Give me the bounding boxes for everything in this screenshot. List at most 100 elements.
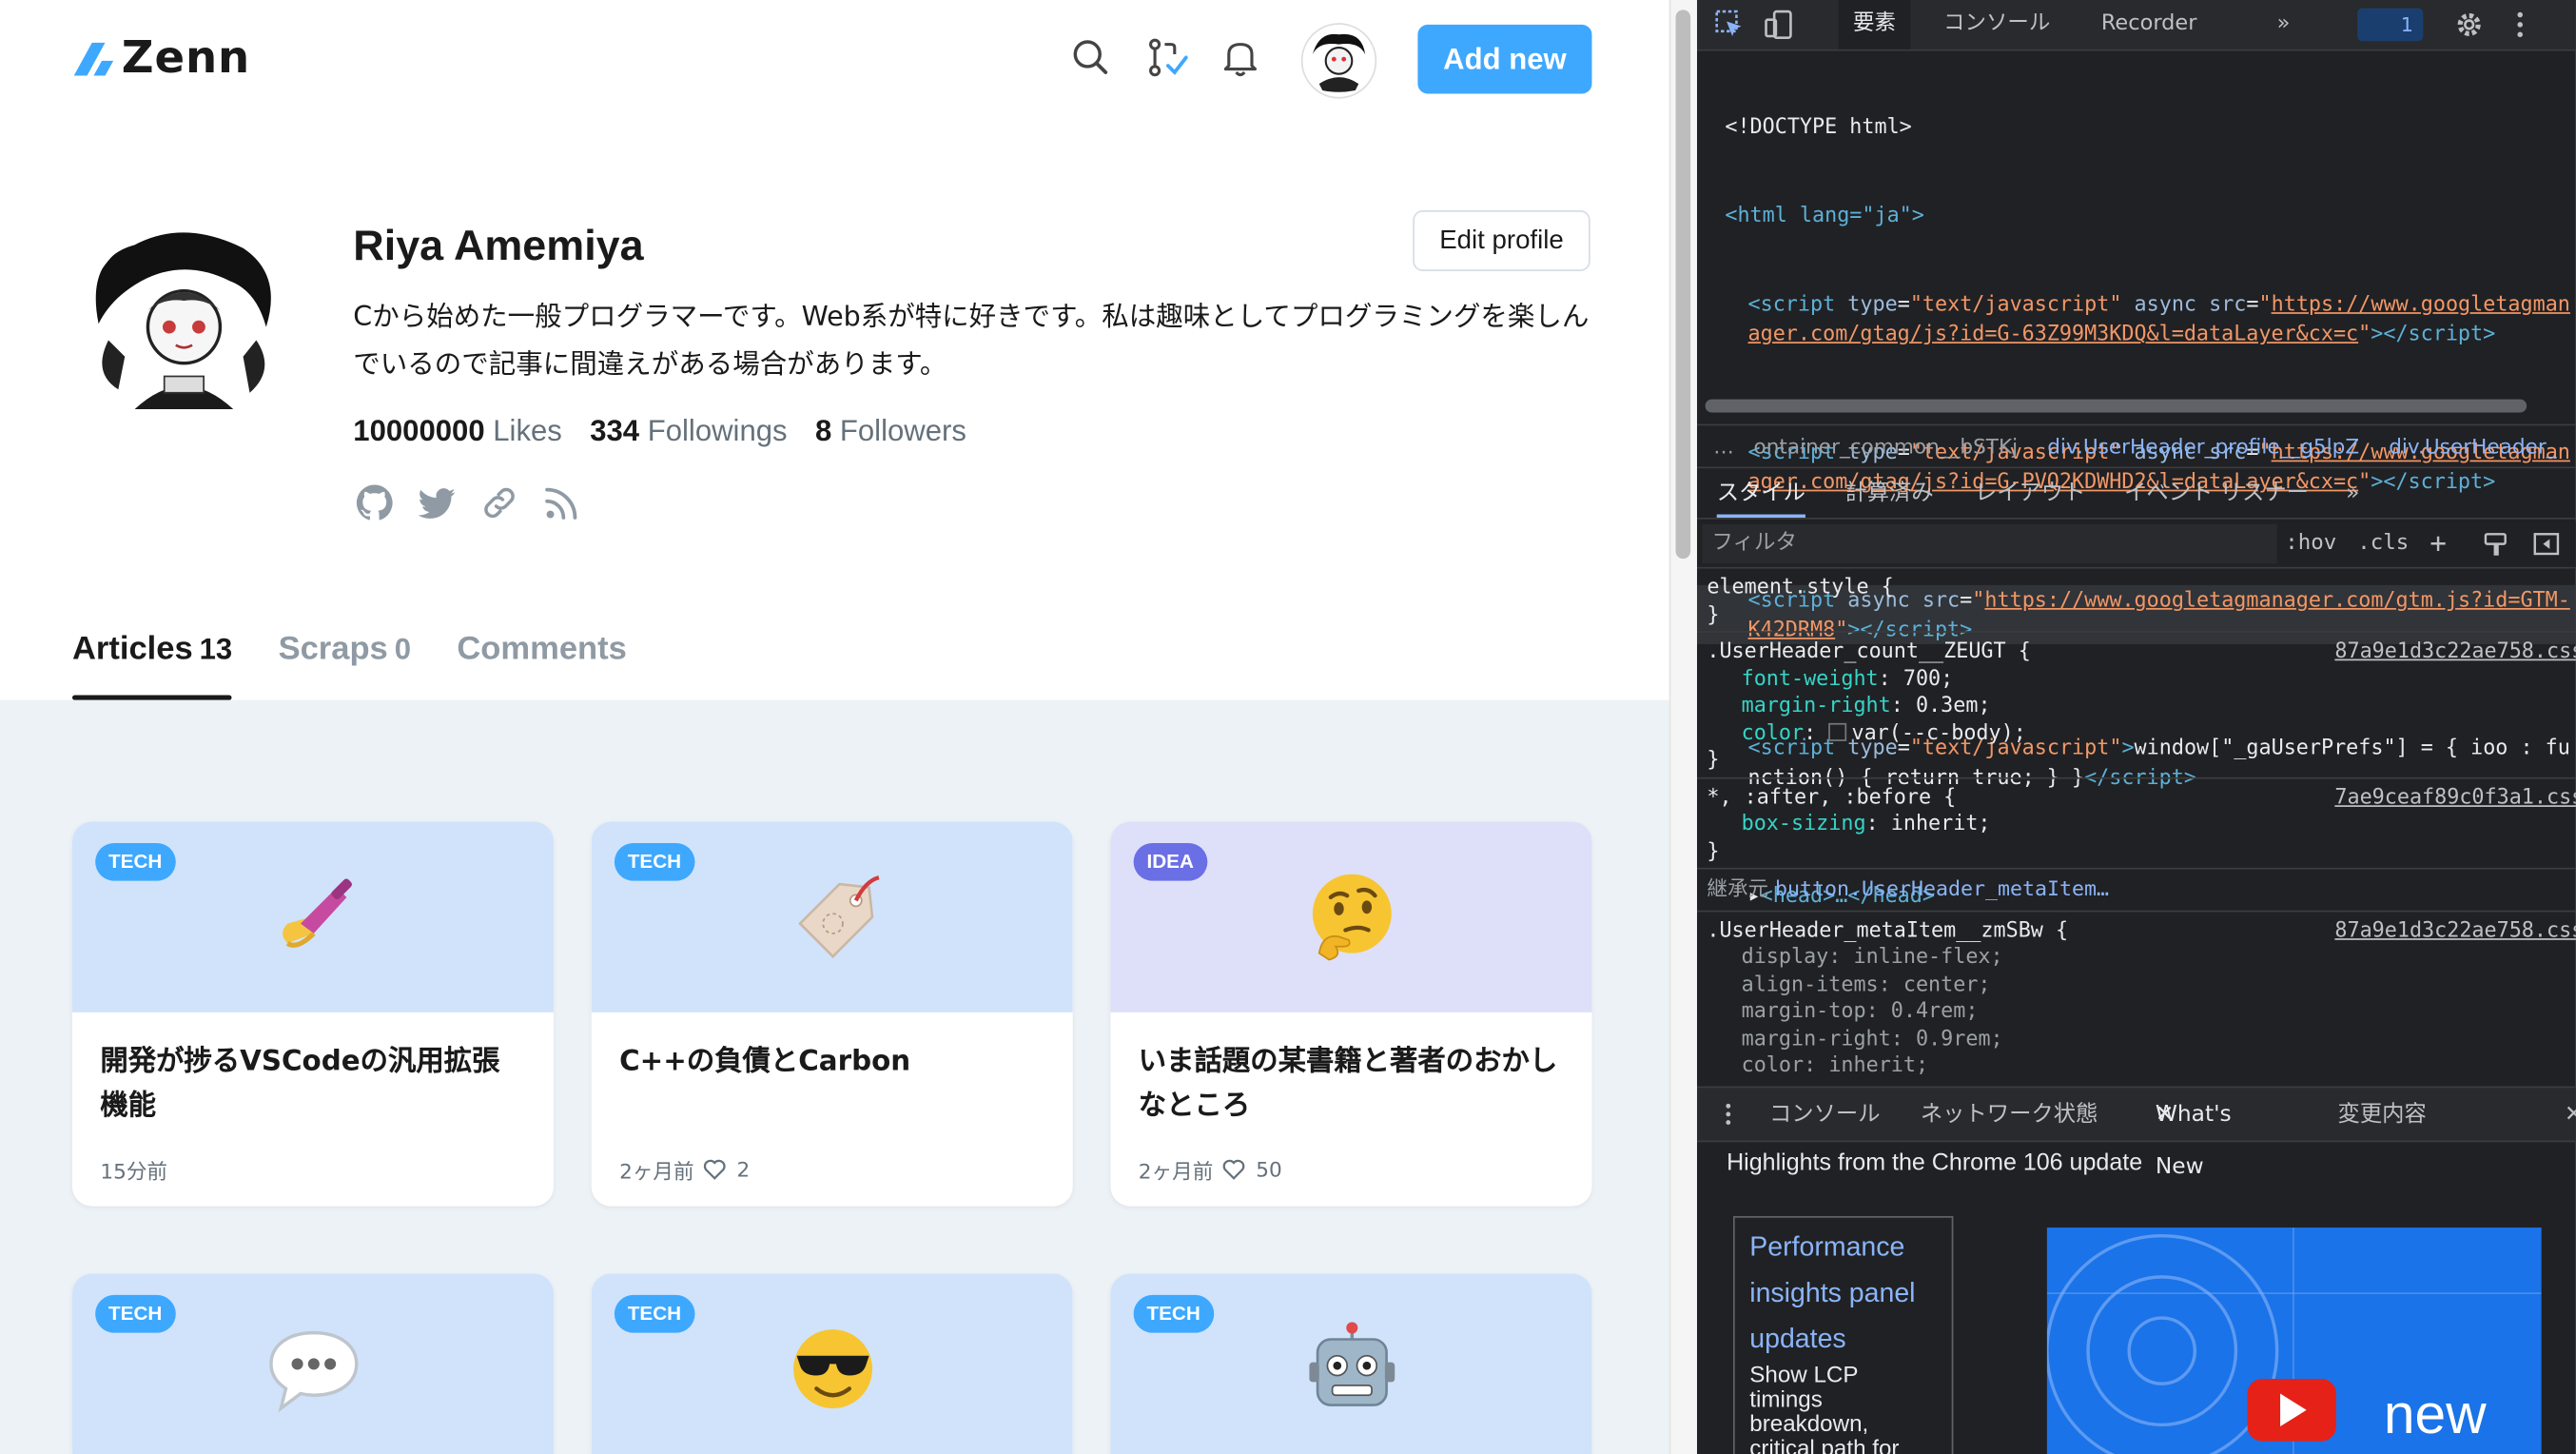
search-icon[interactable] bbox=[1069, 36, 1112, 79]
dom-node[interactable]: <script type="text/javascript" async src… bbox=[1697, 289, 2576, 348]
subtab-event-listeners[interactable]: イベント リスナー bbox=[2124, 468, 2309, 518]
paint-brush-icon[interactable] bbox=[2482, 531, 2508, 558]
styles-filter-input[interactable]: フィルタ bbox=[1702, 523, 2277, 564]
tab-elements[interactable]: 要素 bbox=[1838, 0, 1911, 49]
drawer-tab-console[interactable]: コンソール bbox=[1769, 1088, 1881, 1140]
hov-toggle[interactable]: :hov bbox=[2285, 521, 2336, 566]
subtab-styles[interactable]: スタイル bbox=[1716, 468, 1805, 519]
css-rule-count[interactable]: .UserHeader_count__ZEUGT { 87a9e1d3c22ae… bbox=[1696, 633, 2576, 778]
card-meta: 2ヶ月前 50 bbox=[1139, 1153, 1564, 1185]
breadcrumb-item[interactable]: ontainer_common__bSTKj bbox=[1754, 434, 2019, 459]
gear-icon[interactable] bbox=[2454, 10, 2484, 39]
article-card[interactable]: TECH bbox=[71, 1273, 554, 1454]
close-icon[interactable]: ✕ bbox=[2156, 1088, 2175, 1140]
breadcrumb-ellipsis[interactable]: … bbox=[1697, 434, 1734, 459]
screen: Zenn Add new Riya Amemiya Edit profile C… bbox=[0, 0, 2576, 1454]
followings-label: Followings bbox=[647, 414, 788, 447]
css-property[interactable]: margin-right: 0.9rem; bbox=[1707, 1025, 2566, 1051]
dom-node[interactable]: <html lang="ja"> bbox=[1697, 201, 2576, 230]
card-title: 開発が捗るVSCodeの汎用拡張機能 bbox=[100, 1045, 500, 1123]
tab-recorder[interactable]: Recorder bbox=[2101, 0, 2197, 49]
breadcrumb-item[interactable]: div.UserHeader_profile__g5lpZ bbox=[2047, 434, 2359, 459]
article-card[interactable]: TECH C++の負債とCarbon 2ヶ月前 2 bbox=[591, 821, 1073, 1207]
whats-new-card-title[interactable]: Performance insights panel updates bbox=[1749, 1225, 1937, 1363]
css-property[interactable]: box-sizing: inherit; bbox=[1707, 810, 2566, 836]
user-avatar-small[interactable] bbox=[1300, 23, 1377, 99]
css-rule-meta-item[interactable]: .UserHeader_metaItem__zmSBw { 87a9e1d3c2… bbox=[1697, 912, 2576, 1083]
card-badge: IDEA bbox=[1133, 842, 1207, 881]
devtools-toolbar: 要素 コンソール Recorder » 1 bbox=[1696, 0, 2576, 51]
github-icon[interactable] bbox=[353, 481, 396, 524]
card-cover: TECH bbox=[71, 1273, 554, 1454]
toggle-sidebar-icon[interactable] bbox=[2533, 531, 2560, 558]
css-property[interactable]: align-items: center; bbox=[1707, 971, 2566, 997]
inherited-element-link[interactable]: button.UserHeader_metaItem… bbox=[1775, 875, 2109, 900]
dom-tree-scrollbar[interactable] bbox=[1705, 399, 2527, 413]
css-rule-element-style[interactable]: element.style { } bbox=[1696, 569, 2576, 633]
css-property[interactable]: display: inline-flex; bbox=[1707, 943, 2566, 970]
article-card[interactable]: IDEA いま話題の某書籍と著者のおかしなところ 2ヶ月前 50 bbox=[1110, 821, 1592, 1207]
css-property[interactable]: margin-top: 0.4rem; bbox=[1707, 997, 2566, 1024]
twitter-icon[interactable] bbox=[416, 481, 459, 524]
issues-badge[interactable]: 1 bbox=[2357, 8, 2424, 42]
article-card[interactable]: TECH bbox=[591, 1273, 1073, 1454]
rule-close: } bbox=[1707, 600, 1720, 626]
heart-icon bbox=[704, 1159, 727, 1180]
rule-source-link[interactable]: 7ae9ceaf89c0f3a1.css:1 bbox=[2334, 783, 2576, 810]
drawer-tab-network-conditions[interactable]: ネットワーク状態 bbox=[1921, 1088, 2098, 1140]
css-property[interactable]: font-weight: 700; bbox=[1707, 665, 2566, 692]
subtab-more[interactable]: » bbox=[2346, 468, 2359, 518]
tab-articles[interactable]: Articles 13 bbox=[71, 631, 233, 700]
card-badge: TECH bbox=[95, 1294, 176, 1333]
tab-comments[interactable]: Comments bbox=[457, 631, 627, 700]
page-scrollbar[interactable] bbox=[1669, 0, 1699, 1454]
tab-scraps[interactable]: Scraps 0 bbox=[279, 631, 411, 700]
device-toolbar-icon[interactable] bbox=[1765, 10, 1794, 40]
kebab-menu-icon[interactable] bbox=[2513, 10, 2527, 39]
rule-source-link[interactable]: 87a9e1d3c22ae758.css:1 bbox=[2334, 916, 2576, 943]
css-property[interactable]: color: inherit; bbox=[1707, 1051, 2566, 1078]
likes-label: Likes bbox=[493, 414, 562, 447]
subtab-computed[interactable]: 計算済み bbox=[1844, 468, 1933, 518]
whats-new-card-desc: Show LCP timings breakdown, critical pat… bbox=[1749, 1360, 1900, 1454]
css-rule-universal[interactable]: *, :after, :before { 7ae9ceaf89c0f3a1.cs… bbox=[1696, 778, 2576, 870]
styles-pane: element.style { } .UserHeader_count__ZEU… bbox=[1696, 569, 2576, 1083]
edit-profile-button[interactable]: Edit profile bbox=[1413, 210, 1590, 271]
close-drawer-icon[interactable]: ✕ bbox=[2565, 1088, 2576, 1140]
followers-count[interactable]: 8 Followers bbox=[815, 414, 966, 448]
followers-label: Followers bbox=[839, 414, 966, 447]
bell-icon[interactable] bbox=[1219, 36, 1261, 79]
css-property[interactable]: color: var(--c-body); bbox=[1707, 719, 2566, 746]
card-likes: 50 bbox=[1256, 1156, 1282, 1182]
drawer-menu-icon[interactable] bbox=[1724, 1103, 1733, 1126]
avatar-illustration-icon bbox=[85, 225, 283, 422]
whats-new-card[interactable]: Performance insights panel updates Show … bbox=[1732, 1215, 1954, 1454]
breadcrumb-item[interactable]: div.UserHeader_ bbox=[2389, 434, 2556, 459]
cls-toggle[interactable]: .cls bbox=[2357, 521, 2409, 566]
pull-request-icon[interactable] bbox=[1145, 36, 1188, 79]
tab-console[interactable]: コンソール bbox=[1943, 0, 2050, 49]
add-new-button[interactable]: Add new bbox=[1417, 24, 1592, 94]
dom-node[interactable]: <!DOCTYPE html> bbox=[1697, 111, 2576, 141]
article-card[interactable]: TECH 開発が捗るVSCodeの汎用拡張機能 15分前 bbox=[71, 821, 554, 1207]
drawer-tab-changes[interactable]: 変更内容 bbox=[2338, 1088, 2427, 1140]
color-swatch[interactable] bbox=[1828, 722, 1847, 741]
breadcrumb: … ontainer_common__bSTKj div.UserHeader_… bbox=[1696, 423, 2576, 469]
inspect-element-icon[interactable] bbox=[1715, 10, 1745, 39]
subtab-layout[interactable]: レイアウト bbox=[1975, 468, 2086, 518]
more-tabs-button[interactable]: » bbox=[2277, 0, 2291, 49]
card-badge: TECH bbox=[95, 842, 176, 881]
add-rule-icon[interactable]: + bbox=[2430, 521, 2447, 566]
whats-new-video-thumbnail[interactable]: new bbox=[2046, 1228, 2542, 1454]
link-icon[interactable] bbox=[478, 481, 521, 524]
rss-icon[interactable] bbox=[540, 481, 583, 524]
article-card[interactable]: TECH bbox=[1110, 1273, 1592, 1454]
zenn-logo[interactable]: Zenn bbox=[72, 32, 251, 85]
rule-source-link[interactable]: 87a9e1d3c22ae758.css:1 bbox=[2334, 638, 2576, 664]
css-property[interactable]: margin-right: 0.3em; bbox=[1707, 692, 2566, 718]
tab-label: Scraps bbox=[278, 631, 388, 668]
followings-count[interactable]: 334 Followings bbox=[590, 414, 787, 448]
likes-count[interactable]: 10000000 Likes bbox=[353, 414, 562, 448]
scrollbar-thumb[interactable] bbox=[1675, 10, 1691, 560]
logo-text: Zenn bbox=[121, 32, 251, 85]
